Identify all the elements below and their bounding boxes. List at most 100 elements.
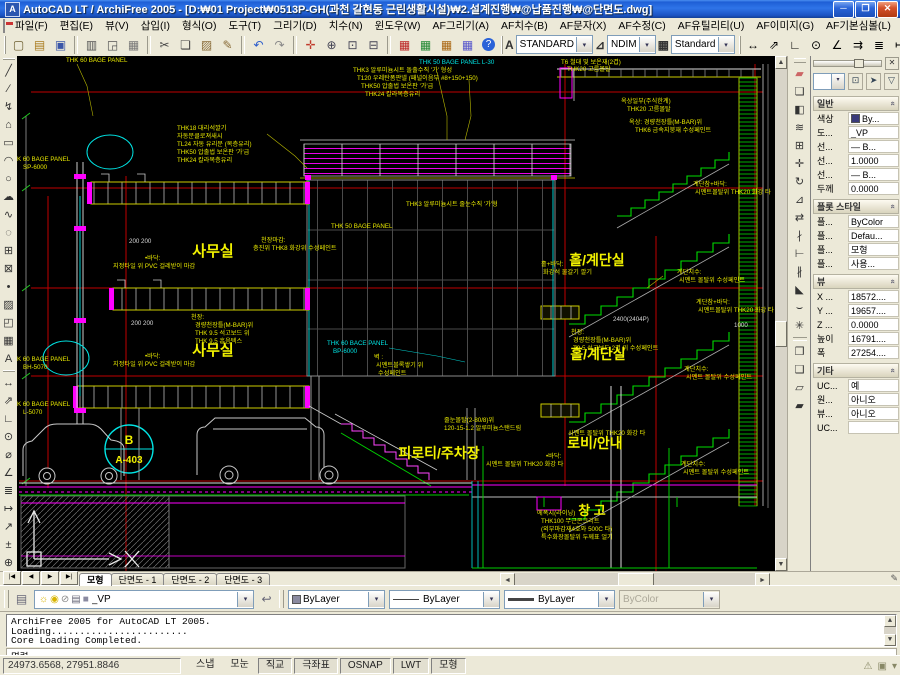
dimension-angular-button[interactable]: ∠: [0, 464, 18, 482]
menu-item-3[interactable]: 뷰(V): [99, 17, 135, 34]
text-style-manager-icon[interactable]: A: [505, 38, 514, 52]
chevron-down-icon[interactable]: ▾: [237, 592, 253, 607]
zoom-previous-button[interactable]: ⊟: [363, 34, 384, 55]
layer-previous-button[interactable]: ↩: [256, 589, 277, 610]
toggle-극좌표[interactable]: 극좌표: [294, 658, 338, 674]
communication-center-icon[interactable]: ⚠: [864, 661, 873, 672]
property-value[interactable]: 16791....: [848, 332, 899, 345]
rotate-button[interactable]: ↻: [791, 173, 809, 191]
mirror-button[interactable]: ◧: [791, 101, 809, 119]
af-image-button[interactable]: ▦: [457, 34, 478, 55]
quick-select-button[interactable]: ▽: [884, 73, 899, 90]
toggle-모눈[interactable]: 모눈: [223, 658, 255, 672]
toolbar-grip[interactable]: [4, 36, 6, 54]
table-style-manager-icon[interactable]: ▦: [658, 38, 669, 52]
scroll-down-icon[interactable]: ▼: [884, 634, 896, 646]
plot-button[interactable]: ▥: [81, 34, 102, 55]
menu-item-11[interactable]: AF치수(B): [495, 17, 554, 34]
menu-item-7[interactable]: 그리기(D): [267, 17, 323, 34]
match-properties-button[interactable]: ✎: [217, 34, 238, 55]
scroll-down-icon[interactable]: ▼: [775, 558, 787, 571]
dim-ordinate-button[interactable]: ∟: [785, 34, 806, 55]
draworder-above-button[interactable]: ▱: [791, 379, 809, 397]
scroll-up-icon[interactable]: ▲: [775, 56, 787, 69]
dimension-ordinate-button[interactable]: ∟: [0, 410, 18, 428]
palette-grip[interactable]: [813, 60, 882, 67]
pan-realtime-button[interactable]: ✛: [300, 34, 321, 55]
property-value[interactable]: 0.0000: [848, 318, 899, 331]
toolbar-grip[interactable]: [739, 36, 741, 54]
toggle-스냅[interactable]: 스냅: [189, 658, 221, 672]
chevron-down-icon[interactable]: ▾: [718, 37, 734, 52]
dimension-continue-button[interactable]: ↦: [0, 500, 18, 518]
menu-item-14[interactable]: AF유틸리티(U): [672, 17, 751, 34]
command-history[interactable]: ArchiFree 2005 for AutoCAD LT 2005.Loadi…: [6, 614, 897, 647]
draworder-back-button[interactable]: ❑: [791, 361, 809, 379]
fillet-button[interactable]: ⌣: [791, 299, 809, 317]
property-value[interactable]: — B...: [848, 168, 899, 181]
draworder-below-button[interactable]: ▰: [791, 397, 809, 415]
document-icon[interactable]: [3, 19, 5, 33]
title-bar[interactable]: A AutoCAD LT / ArchiFree 2005 - [D:₩01 P…: [0, 0, 900, 18]
property-value[interactable]: 예: [848, 379, 899, 392]
erase-button[interactable]: ▰: [791, 65, 809, 83]
tolerance-button[interactable]: ±: [0, 536, 18, 554]
property-value[interactable]: 19657....: [848, 304, 899, 317]
trim-button[interactable]: ∤: [791, 227, 809, 245]
property-value[interactable]: [848, 421, 899, 434]
property-value[interactable]: By...: [848, 112, 899, 125]
layer-combo[interactable]: ☼◉⊘▤■ _VP ▾: [34, 590, 254, 609]
layer-manager-button[interactable]: ▤: [11, 589, 32, 610]
polyline-button[interactable]: ↯: [0, 98, 18, 116]
toolbar-grip[interactable]: [501, 36, 503, 54]
quick-dimension-button[interactable]: ⇉: [848, 34, 869, 55]
publish-button[interactable]: ▦: [123, 34, 144, 55]
paste-clip-button[interactable]: ▨: [196, 34, 217, 55]
cut-clip-button[interactable]: ✂: [154, 34, 175, 55]
dimension-diameter-button[interactable]: ⌀: [0, 446, 18, 464]
property-value[interactable]: 아니오: [848, 407, 899, 420]
section-header[interactable]: 뷰«: [813, 274, 899, 289]
lineweight-combo[interactable]: ByLayer ▾: [504, 590, 615, 609]
leader-button[interactable]: ↗: [0, 518, 18, 536]
property-value[interactable]: _VP: [848, 126, 899, 139]
menu-item-10[interactable]: AF그리기(A): [427, 17, 495, 34]
zoom-window-button[interactable]: ⊡: [342, 34, 363, 55]
help-button[interactable]: ?: [478, 34, 499, 55]
move-button[interactable]: ✛: [791, 155, 809, 173]
draworder-front-button[interactable]: ❒: [791, 343, 809, 361]
new-file-button[interactable]: ▢: [8, 34, 29, 55]
point-button[interactable]: •: [0, 278, 18, 296]
color-combo[interactable]: ByLayer ▾: [288, 590, 385, 609]
toolbar-grip[interactable]: [3, 58, 15, 60]
menu-item-16[interactable]: AF기본심볼(L): [820, 17, 897, 34]
menu-item-1[interactable]: 파일(F): [9, 17, 54, 34]
canvas-vscrollbar[interactable]: ▲ ▼: [775, 56, 787, 571]
property-value[interactable]: 1.0000: [848, 154, 899, 167]
insert-block-button[interactable]: ⊞: [0, 242, 18, 260]
construction-line-button[interactable]: ∕: [0, 80, 18, 98]
menu-item-12[interactable]: AF문자(X): [554, 17, 613, 34]
property-value[interactable]: ByColor: [848, 215, 899, 228]
hatch-button[interactable]: ▨: [0, 296, 18, 314]
collapse-icon[interactable]: «: [888, 204, 897, 208]
extend-button[interactable]: ⊢: [791, 245, 809, 263]
tab-nav-button-3[interactable]: ▶: [41, 571, 59, 585]
multiline-text-button[interactable]: A: [0, 350, 18, 368]
undo-button[interactable]: ↶: [248, 34, 269, 55]
dim-continue-button[interactable]: ↦: [890, 34, 900, 55]
stretch-button[interactable]: ⇄: [791, 209, 809, 227]
chamfer-button[interactable]: ◣: [791, 281, 809, 299]
collapse-icon[interactable]: «: [888, 101, 897, 105]
toolbar-grip[interactable]: [279, 590, 284, 608]
circle-button[interactable]: ○: [0, 170, 18, 188]
toggle-pickadd-button[interactable]: ⊡: [848, 73, 863, 90]
dimension-baseline-button[interactable]: ≣: [0, 482, 18, 500]
copy-clip-button[interactable]: ❏: [175, 34, 196, 55]
save-file-button[interactable]: ▣: [50, 34, 71, 55]
toggle-LWT[interactable]: LWT: [393, 658, 429, 674]
chevron-down-icon[interactable]: ▾: [368, 592, 384, 607]
vscroll-thumb[interactable]: [775, 321, 787, 347]
dimension-linear-button[interactable]: ↔: [0, 374, 18, 392]
toggle-OSNAP[interactable]: OSNAP: [340, 658, 391, 674]
